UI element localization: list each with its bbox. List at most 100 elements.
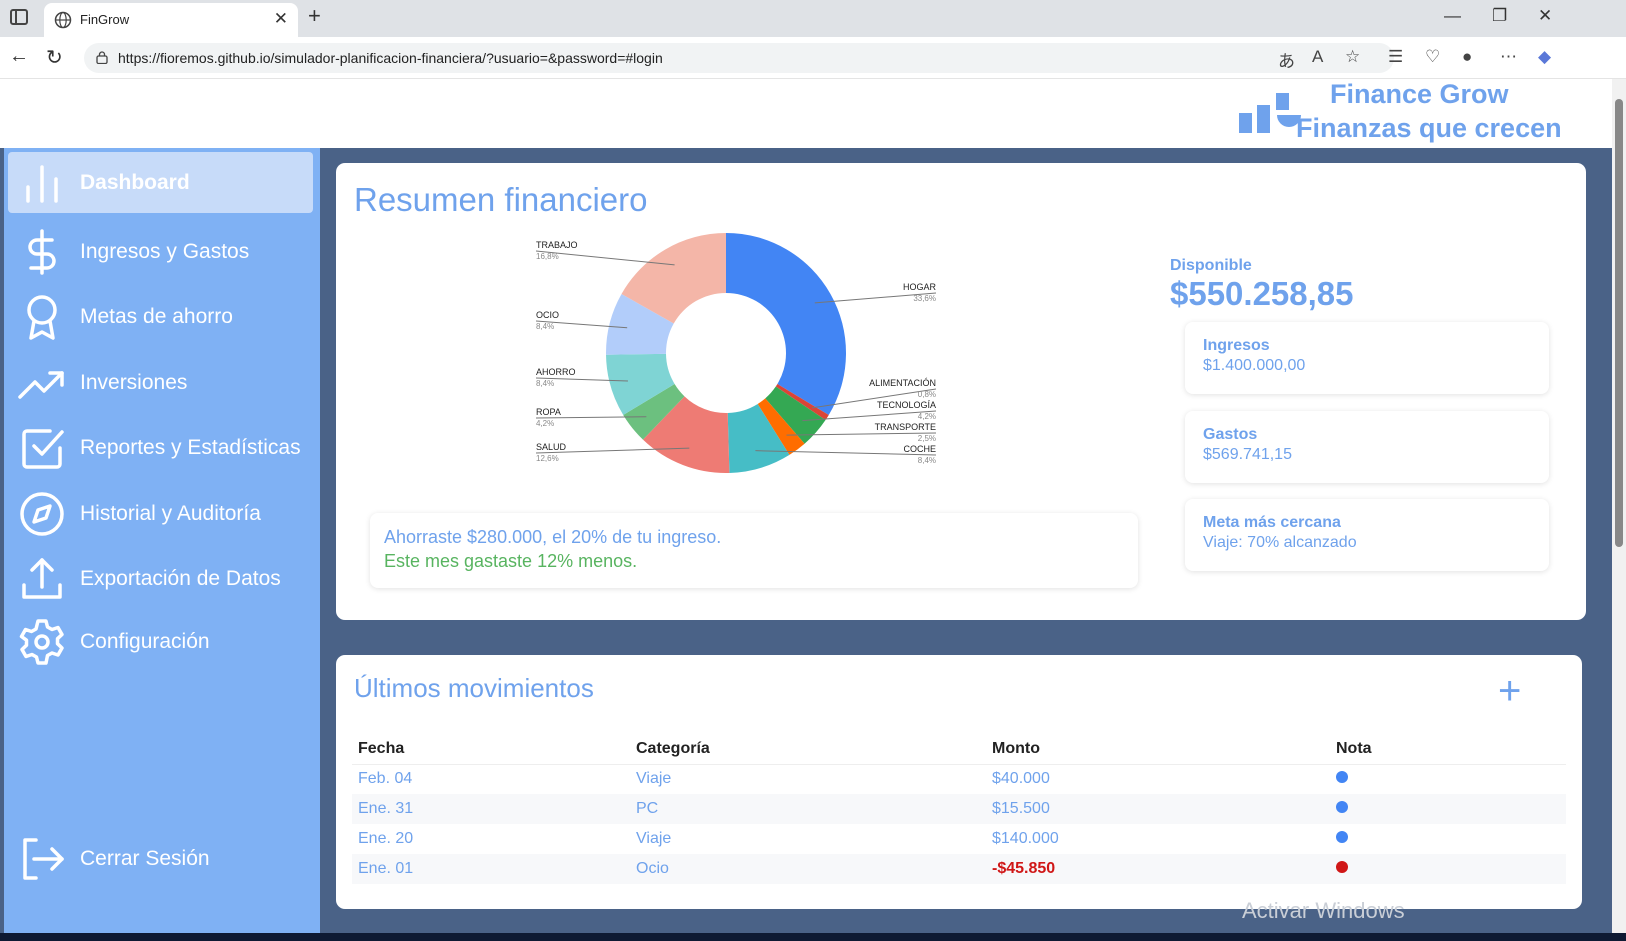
- date-cell: Ene. 01: [352, 854, 630, 884]
- sidebar-item-reportes[interactable]: Reportes y Estadísticas: [8, 417, 313, 478]
- sidebar-item-configuracion[interactable]: Configuración: [8, 611, 313, 672]
- pie-label: HOGAR: [903, 282, 937, 292]
- url-field[interactable]: https://fioremos.github.io/simulador-pla…: [84, 43, 1394, 73]
- scrollbar-thumb[interactable]: [1615, 99, 1623, 547]
- table-row[interactable]: Ene. 01 Ocio -$45.850: [352, 854, 1566, 884]
- tab-title: FinGrow: [80, 12, 130, 27]
- globe-icon: [54, 11, 72, 29]
- pie-percent-label: 8,4%: [536, 322, 554, 331]
- taskbar: [0, 933, 1626, 941]
- page-scrollbar[interactable]: [1612, 79, 1626, 937]
- pie-percent-label: 33,6%: [913, 294, 936, 303]
- table-row[interactable]: Ene. 31 PC $15.500: [352, 794, 1566, 824]
- pie-percent-label: 0,8%: [918, 390, 936, 399]
- pie-label: ROPA: [536, 407, 561, 417]
- sidebar-item-historial[interactable]: Historial y Auditoría: [8, 483, 313, 544]
- table-row[interactable]: Ene. 20 Viaje $140.000: [352, 824, 1566, 854]
- pie-percent-label: 2,5%: [918, 434, 936, 443]
- pie-label: TECNOLOGÍA: [877, 400, 936, 410]
- goal-label: Meta más cercana: [1203, 514, 1341, 531]
- award-icon: [27, 295, 57, 340]
- back-icon[interactable]: ←: [9, 45, 29, 68]
- summary-title: Resumen financiero: [354, 181, 648, 218]
- dollar-icon: [28, 229, 56, 275]
- column-header: Categoría: [630, 734, 986, 765]
- sidebar-item-exportacion[interactable]: Exportación de Datos: [8, 548, 313, 609]
- add-movement-button[interactable]: +: [1498, 671, 1521, 711]
- amount-cell: $15.500: [986, 794, 1330, 824]
- note-cell: [1330, 764, 1566, 794]
- pie-percent-label: 16,8%: [536, 252, 559, 261]
- logout-label: Cerrar Sesión: [80, 847, 210, 870]
- note-cell: [1330, 824, 1566, 854]
- available-value: $550.258,85: [1170, 275, 1354, 312]
- note-cell: [1330, 794, 1566, 824]
- pie-percent-label: 8,4%: [536, 379, 554, 388]
- category-cell: Viaje: [636, 770, 672, 788]
- pie-slice-hogar[interactable]: [726, 233, 847, 415]
- restore-icon[interactable]: ❐: [1492, 6, 1507, 26]
- pie-label: TRANSPORTE: [875, 422, 936, 432]
- translate-icon[interactable]: あ: [1278, 47, 1295, 72]
- address-bar: ← ↻ https://fioremos.github.io/simulador…: [0, 37, 1626, 79]
- sidebar-item-label: Reportes y Estadísticas: [80, 436, 301, 459]
- copilot-icon[interactable]: ◆: [1538, 47, 1551, 67]
- sidebar-item-label: Exportación de Datos: [80, 567, 281, 590]
- note-dot-icon[interactable]: [1336, 771, 1348, 784]
- income-card: Ingresos $1.400.000,00: [1185, 322, 1549, 394]
- amount-cell: $140.000: [992, 830, 1059, 847]
- more-icon[interactable]: ⋯: [1500, 47, 1517, 67]
- lock-icon: [96, 51, 108, 64]
- logout-icon: [23, 838, 64, 880]
- sidebar-item-label: Metas de ahorro: [80, 305, 233, 328]
- note-cell: [1330, 854, 1566, 884]
- sidebar-item-dashboard[interactable]: Dashboard: [8, 152, 313, 213]
- income-value: $1.400.000,00: [1203, 357, 1306, 374]
- web-page: Finance Grow Finanzas que crecen Dashboa…: [0, 79, 1612, 937]
- date-cell: Ene. 20: [358, 830, 414, 847]
- spending-message: Este mes gastaste 12% menos.: [384, 551, 638, 571]
- browser-tab[interactable]: FinGrow ✕: [44, 3, 298, 37]
- gear-icon: [19, 619, 64, 665]
- pie-label: ALIMENTACIÓN: [869, 378, 936, 388]
- close-tab-icon[interactable]: ✕: [274, 9, 288, 29]
- sidebar-item-label: Configuración: [80, 630, 210, 653]
- pie-label: COCHE: [903, 444, 936, 454]
- pie-percent-label: 8,4%: [918, 456, 936, 465]
- table-row[interactable]: Feb. 04 Viaje $40.000: [352, 764, 1566, 794]
- note-dot-icon[interactable]: [1336, 801, 1348, 813]
- sidebar: Dashboard Ingresos y Gastos Metas de aho…: [4, 148, 320, 937]
- health-icon[interactable]: ♡: [1425, 47, 1440, 67]
- logo-icon: [1239, 93, 1301, 133]
- pie-percent-label: 12,6%: [536, 454, 559, 463]
- sidebar-item-metas[interactable]: Metas de ahorro: [8, 286, 313, 347]
- pie-label: TRABAJO: [536, 240, 578, 250]
- new-tab-icon[interactable]: +: [308, 3, 321, 29]
- favorites-bar-icon[interactable]: ☰: [1388, 47, 1403, 67]
- close-window-icon[interactable]: ✕: [1538, 6, 1552, 26]
- minimize-icon[interactable]: —: [1444, 6, 1461, 26]
- amount-cell: $40.000: [992, 770, 1050, 788]
- goal-card: Meta más cercana Viaje: 70% alcanzado: [1185, 499, 1549, 571]
- expense-pie-chart: HOGAR 33,6% ALIMENTACIÓN 0,8%TECNOLOGÍA 4,2%…: [536, 233, 937, 473]
- page-header: Finance Grow Finanzas que crecen: [0, 79, 1612, 148]
- sidebar-item-label: Dashboard: [80, 171, 190, 194]
- note-dot-icon[interactable]: [1336, 831, 1348, 843]
- favorite-icon[interactable]: ☆: [1345, 47, 1360, 67]
- logout-button[interactable]: Cerrar Sesión: [8, 828, 313, 889]
- pie-label: AHORRO: [536, 367, 576, 377]
- sidebar-toggle-icon[interactable]: [10, 9, 28, 25]
- category-cell: PC: [630, 794, 986, 824]
- read-aloud-icon[interactable]: A: [1312, 47, 1323, 67]
- profile-icon[interactable]: ●: [1462, 47, 1472, 67]
- sidebar-item-inversiones[interactable]: Inversiones: [8, 352, 313, 413]
- note-dot-icon[interactable]: [1336, 861, 1348, 873]
- reload-icon[interactable]: ↻: [46, 45, 63, 70]
- column-header: Nota: [1330, 734, 1566, 765]
- sidebar-item-label: Ingresos y Gastos: [80, 240, 250, 263]
- savings-message: Ahorraste $280.000, el 20% de tu ingreso…: [384, 527, 722, 547]
- check-square-icon: [22, 429, 64, 469]
- windows-watermark: Activar Windows: [1242, 898, 1405, 923]
- sidebar-item-ingresos-gastos[interactable]: Ingresos y Gastos: [8, 221, 313, 282]
- date-cell: Ene. 31: [352, 794, 630, 824]
